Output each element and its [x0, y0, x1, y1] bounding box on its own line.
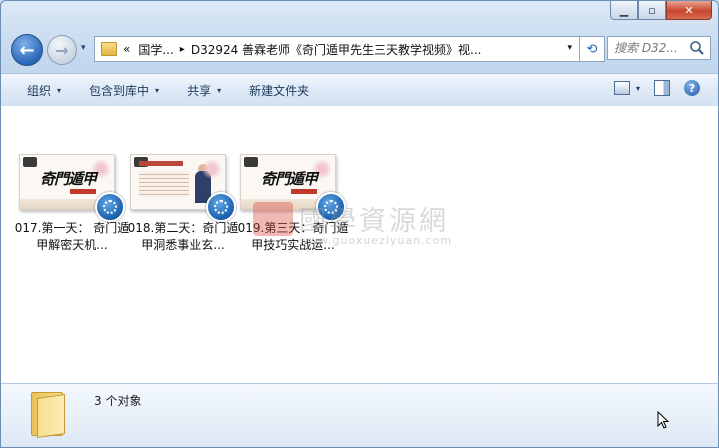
seal-mark [70, 189, 96, 194]
back-button[interactable]: ← [11, 34, 43, 66]
presenter-avatar [244, 157, 258, 167]
address-bar[interactable]: « 国学... ▸ D32924 善霖老师《奇门遁甲先生三天教学视频》视... … [94, 36, 581, 62]
file-list[interactable]: 奇門遁甲 017.第一天： 奇门遁甲解密天机... 018.第二天：奇门遁甲洞悉… [1, 106, 718, 383]
watermark-logo [253, 202, 293, 236]
file-name[interactable]: 018.第二天：奇门遁甲洞悉事业玄... [124, 220, 242, 254]
breadcrumb-item-current-folder[interactable]: D32924 善霖老师《奇门遁甲先生三天教学视频》视... [191, 41, 482, 58]
file-item[interactable]: 奇門遁甲 017.第一天： 奇门遁甲解密天机... [15, 154, 129, 264]
explorer-window: ▁ ▫ ✕ ← → ▾ « 国学... ▸ D32924 善霖老师《奇门遁甲先生… [0, 0, 719, 448]
search-input[interactable] [614, 41, 688, 55]
refresh-icon: ⟲ [586, 41, 598, 57]
item-count: 3 个对象 [94, 394, 142, 408]
new-folder-button[interactable]: 新建文件夹 [235, 82, 323, 99]
file-name[interactable]: 017.第一天： 奇门遁甲解密天机... [13, 220, 131, 254]
presenter-avatar [23, 157, 37, 167]
chevron-down-icon: ▾ [155, 85, 160, 95]
address-dropdown-button[interactable]: ▾ [567, 43, 572, 53]
slide-heading [139, 161, 183, 166]
new-folder-label: 新建文件夹 [249, 83, 310, 98]
preview-pane-icon[interactable] [654, 80, 670, 96]
organize-menu[interactable]: 组织 ▾ [1, 82, 75, 99]
view-icon [613, 81, 630, 95]
command-bar: 组织 ▾ 包含到库中 ▾ 共享 ▾ 新建文件夹 ▾ ? [1, 73, 718, 107]
search-icon[interactable] [689, 40, 705, 56]
chevron-down-icon: ▾ [57, 85, 62, 95]
video-file-icon [206, 192, 236, 222]
mouse-cursor-icon [657, 411, 669, 429]
blossom-decoration [201, 159, 223, 179]
breadcrumb-item-guoxue[interactable]: 国学... [138, 41, 173, 58]
watermark-url: www.guoxueziyuan.com [299, 234, 453, 247]
toolbar-right: ▾ ? [613, 80, 700, 96]
close-button[interactable]: ✕ [666, 1, 712, 20]
file-item[interactable]: 018.第二天：奇门遁甲洞悉事业玄... [128, 154, 238, 264]
slide-text [139, 171, 189, 197]
breadcrumb-separator[interactable]: ▸ [180, 44, 185, 55]
folder-icon [31, 390, 65, 438]
search-box[interactable] [607, 36, 711, 60]
thumbnail-title: 奇門遁甲 [40, 170, 97, 188]
forward-button[interactable]: → [47, 35, 77, 65]
minimize-button[interactable]: ▁ [610, 1, 638, 20]
chevron-down-icon: ▾ [635, 83, 640, 93]
thumbnail-title: 奇門遁甲 [261, 170, 318, 188]
details-pane: 3 个对象 [1, 383, 718, 447]
change-view-button[interactable]: ▾ [613, 81, 640, 95]
seal-mark [291, 189, 317, 194]
recent-pages-dropdown[interactable]: ▾ [81, 43, 86, 53]
breadcrumb-overflow[interactable]: « [123, 42, 130, 56]
folder-icon [101, 42, 117, 56]
maximize-button[interactable]: ▫ [638, 1, 666, 20]
chevron-down-icon: ▾ [217, 85, 222, 95]
help-icon[interactable]: ? [684, 80, 700, 96]
share-label: 共享 [187, 83, 212, 98]
share-menu[interactable]: 共享 ▾ [173, 82, 235, 99]
caption-buttons: ▁ ▫ ✕ [610, 1, 712, 20]
watermark-text: 國學資源網 [299, 206, 449, 237]
navigation-bar: ← → ▾ « 国学... ▸ D32924 善霖老师《奇门遁甲先生三天教学视频… [1, 31, 718, 69]
refresh-button[interactable]: ⟲ [579, 36, 605, 62]
include-in-library-label: 包含到库中 [89, 83, 150, 98]
video-file-icon [95, 192, 125, 222]
include-in-library-menu[interactable]: 包含到库中 ▾ [75, 82, 173, 99]
organize-label: 组织 [27, 83, 52, 98]
watermark: 國學資源網 www.guoxueziyuan.com [253, 202, 483, 248]
